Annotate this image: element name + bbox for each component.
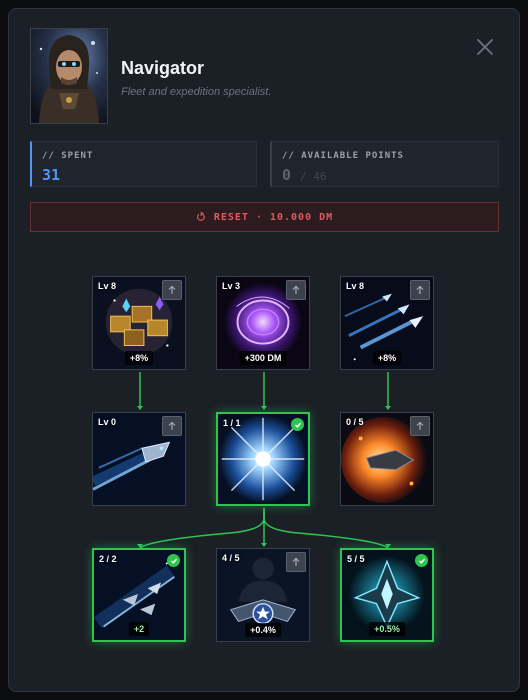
node-level: 4 / 5 (222, 553, 240, 563)
skill-node-fleet-ships[interactable]: Lv 8 +8% (340, 276, 434, 370)
node-level: Lv 3 (222, 281, 241, 291)
upgrade-button[interactable] (162, 280, 182, 300)
node-bonus: +8% (372, 351, 402, 365)
arrow-2-5 (261, 406, 267, 410)
upgrade-button[interactable] (410, 280, 430, 300)
node-bonus: +0.5% (369, 622, 405, 636)
completed-check-icon (415, 554, 428, 567)
arrow-3-6 (385, 406, 391, 410)
node-level: 5 / 5 (347, 554, 365, 564)
node-bonus: +0.4% (245, 623, 281, 637)
node-level: Lv 8 (346, 281, 365, 291)
node-level: 2 / 2 (99, 554, 117, 564)
arrow-5-8 (261, 543, 267, 547)
skill-node-resource-crates[interactable]: Lv 8 +8% (92, 276, 186, 370)
skill-node-crystal-ship[interactable]: 5 / 5 +0.5% (340, 548, 434, 642)
completed-check-icon (291, 418, 304, 431)
skill-node-commander-emblem[interactable]: 4 / 5 +0.4% (216, 548, 310, 642)
link-5-9 (263, 508, 389, 549)
node-level: 1 / 1 (223, 418, 241, 428)
arrow-up-icon (168, 421, 176, 430)
completed-check-icon (167, 554, 180, 567)
node-level: Lv 0 (98, 417, 117, 427)
arrow-up-icon (292, 557, 300, 566)
skill-node-explosion-ship[interactable]: 0 / 5 (340, 412, 434, 506)
upgrade-button[interactable] (410, 416, 430, 436)
node-bonus: +8% (124, 351, 154, 365)
upgrade-button[interactable] (162, 416, 182, 436)
skill-node-light-burst[interactable]: 1 / 1 (216, 412, 310, 506)
node-bonus: +300 DM (239, 351, 287, 365)
link-5-7 (139, 508, 265, 549)
skill-node-warp-ship[interactable]: Lv 0 (92, 412, 186, 506)
node-bonus: +2 (128, 622, 150, 636)
upgrade-button[interactable] (286, 552, 306, 572)
arrow-1-4 (137, 406, 143, 410)
node-level: 0 / 5 (346, 417, 364, 427)
node-level: Lv 8 (98, 281, 117, 291)
skill-node-fleet-squadron[interactable]: 2 / 2 +2 (92, 548, 186, 642)
arrow-up-icon (168, 285, 176, 294)
upgrade-button[interactable] (286, 280, 306, 300)
arrow-up-icon (416, 421, 424, 430)
arrow-up-icon (292, 285, 300, 294)
arrow-up-icon (416, 285, 424, 294)
skill-node-purple-portal[interactable]: Lv 3 +300 DM (216, 276, 310, 370)
